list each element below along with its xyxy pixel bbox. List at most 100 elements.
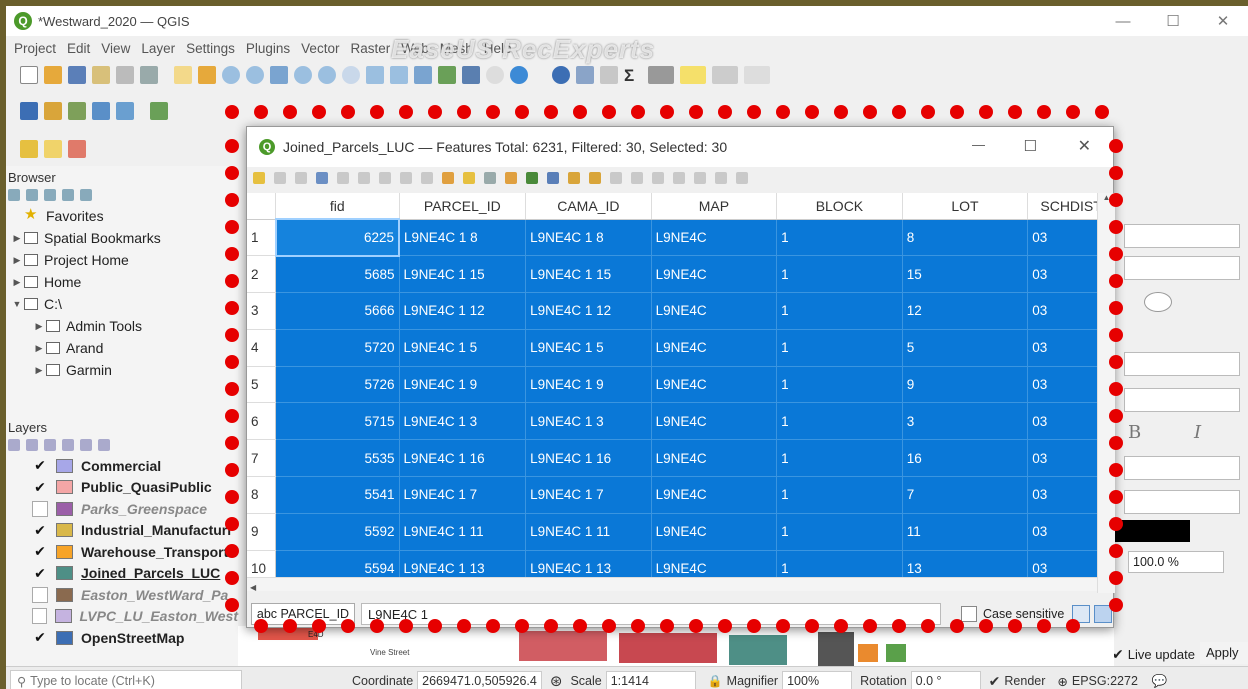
select-features-icon[interactable] <box>20 140 38 158</box>
cell-map[interactable]: L9NE4C <box>651 476 778 514</box>
cell-lot[interactable]: 12 <box>902 292 1029 330</box>
browser-item[interactable]: ▶ Admin Tools <box>6 315 238 337</box>
cell-parcel-id[interactable]: L9NE4C 1 16 <box>399 439 527 478</box>
cell-fid[interactable]: 5666 <box>275 292 400 330</box>
select-all-icon[interactable] <box>463 172 475 184</box>
scroll-left-icon[interactable]: ◀ <box>250 583 256 592</box>
cell-lot[interactable]: 15 <box>902 255 1029 294</box>
cell-lot[interactable]: 3 <box>902 402 1029 441</box>
collapse-all-icon[interactable] <box>62 189 74 201</box>
rotation-field[interactable]: 0.0 ° <box>910 671 981 689</box>
open-styling-icon[interactable] <box>8 439 20 451</box>
cell-cama-id[interactable]: L9NE4C 1 15 <box>525 255 652 294</box>
expand-arrow-icon[interactable]: ▶ <box>10 233 24 244</box>
undo-icon[interactable] <box>858 644 878 662</box>
minimize-button[interactable]: — <box>1098 6 1148 36</box>
refresh-browser-icon[interactable] <box>26 189 38 201</box>
column-header-block[interactable]: BLOCK <box>776 193 903 220</box>
cell-block[interactable]: 1 <box>776 292 903 330</box>
layer-visibility-checkbox[interactable] <box>32 608 48 625</box>
layer-visibility-checkbox[interactable]: ✔ <box>32 522 48 538</box>
case-sensitive-checkbox[interactable] <box>961 606 977 622</box>
row-number[interactable]: 5 <box>247 366 277 404</box>
add-delimited-icon[interactable] <box>116 102 134 120</box>
cell-cama-id[interactable]: L9NE4C 1 11 <box>525 513 652 551</box>
buffer-icon[interactable] <box>1144 292 1172 312</box>
expand-arrow-icon[interactable]: ▶ <box>32 365 46 376</box>
layer-visibility-checkbox[interactable]: ✔ <box>32 457 48 474</box>
menu-plugins[interactable]: Plugins <box>246 41 290 56</box>
row-number[interactable]: 7 <box>247 439 277 478</box>
expand-arrow-icon[interactable]: ▶ <box>10 277 24 288</box>
locator-input[interactable]: ⚲ Type to locate (Ctrl+K) <box>10 670 242 689</box>
coordinate-field[interactable]: 2669471.0,505926.4 <box>417 671 542 689</box>
zoom-native-icon[interactable] <box>342 66 360 84</box>
column-header-parcel-id[interactable]: PARCEL_ID <box>399 193 527 220</box>
zoom-options-icon[interactable] <box>712 66 738 84</box>
cell-map[interactable]: L9NE4C <box>651 329 778 367</box>
cell-cama-id[interactable]: L9NE4C 1 12 <box>525 292 652 330</box>
statistics-icon[interactable] <box>600 66 618 84</box>
cell-block[interactable]: 1 <box>776 513 903 551</box>
toggle-extents-icon[interactable]: ⊛ <box>550 672 563 689</box>
layer-item[interactable]: LVPC_LU_Easton_West <box>6 606 238 628</box>
cell-fid[interactable]: 5592 <box>275 513 400 551</box>
deselect-all-icon[interactable] <box>505 172 517 184</box>
redo-icon[interactable] <box>886 644 906 662</box>
cell-fid[interactable]: 6225 <box>274 218 401 257</box>
layer-visibility-checkbox[interactable]: ✔ <box>32 565 48 581</box>
table-row[interactable]: 6 5715 L9NE4C 1 3 L9NE4C 1 3 L9NE4C 1 3 03 <box>247 402 1115 441</box>
messages-icon[interactable]: 💬 <box>1152 674 1168 689</box>
open-attribute-table-icon[interactable] <box>576 66 594 84</box>
bold-icon[interactable]: B <box>1128 422 1141 443</box>
conditional-formatting-icon[interactable] <box>694 172 706 184</box>
layer-visibility-checkbox[interactable]: ✔ <box>32 479 48 495</box>
table-row[interactable]: 3 5666 L9NE4C 1 12 L9NE4C 1 12 L9NE4C 1 12 03 <box>247 292 1115 330</box>
style-manager-icon[interactable] <box>140 66 158 84</box>
reload-table-icon[interactable] <box>316 172 328 184</box>
new-map-view-icon[interactable] <box>414 66 432 84</box>
zoom-next-icon[interactable] <box>390 66 408 84</box>
scale-field[interactable]: 1:1414 <box>605 671 696 689</box>
cell-cama-id[interactable]: L9NE4C 1 7 <box>525 476 652 514</box>
layer-item[interactable]: ✔ Industrial_Manufacturi <box>6 520 238 542</box>
expand-arrow-icon[interactable]: ▼ <box>10 299 24 309</box>
browser-item[interactable]: ▶ Home <box>6 271 238 293</box>
font-dropdown[interactable] <box>1124 256 1240 280</box>
refresh-icon[interactable] <box>510 66 528 84</box>
cell-cama-id[interactable]: L9NE4C 1 3 <box>525 402 652 441</box>
sum-icon[interactable]: Σ <box>624 66 642 85</box>
horizontal-scrollbar[interactable]: ◀ <box>247 577 1097 592</box>
new-layer-icon[interactable] <box>44 102 62 120</box>
row-number[interactable]: 1 <box>247 219 277 257</box>
copy-icon[interactable] <box>400 172 412 184</box>
zoom-selection-icon[interactable] <box>294 66 312 84</box>
add-group-icon[interactable] <box>26 439 38 451</box>
italic-icon[interactable]: I <box>1194 422 1201 443</box>
save-project-icon[interactable] <box>68 66 86 84</box>
filter-legend-icon[interactable] <box>62 439 74 451</box>
cell-map[interactable]: L9NE4C <box>651 255 778 294</box>
cell-map[interactable]: L9NE4C <box>651 366 778 404</box>
styling-dropdown[interactable] <box>1124 224 1240 248</box>
table-view-icon[interactable] <box>1094 605 1113 623</box>
filter-browser-icon[interactable] <box>44 189 56 201</box>
expand-arrow-icon[interactable]: ▶ <box>32 343 46 354</box>
corner-header[interactable] <box>247 193 277 220</box>
case-dropdown[interactable] <box>1124 490 1240 514</box>
cell-block[interactable]: 1 <box>776 329 903 367</box>
layer-item[interactable]: ✔ Warehouse_Transporta <box>6 541 238 563</box>
table-row[interactable]: 1 6225 L9NE4C 1 8 L9NE4C 1 8 L9NE4C 1 8 03 <box>247 218 1115 257</box>
temporal-icon[interactable] <box>486 66 504 84</box>
menu-settings[interactable]: Settings <box>186 41 235 56</box>
browser-item[interactable]: ▶ Arand <box>6 337 238 359</box>
zoom-to-selected-icon[interactable] <box>589 172 601 184</box>
cell-map[interactable]: L9NE4C <box>651 513 778 551</box>
crs-globe-icon[interactable]: ⊕ <box>1057 674 1067 689</box>
table-row[interactable]: 2 5685 L9NE4C 1 15 L9NE4C 1 15 L9NE4C 1 15 03 <box>247 255 1115 294</box>
row-number[interactable]: 9 <box>247 513 277 551</box>
layer-item[interactable]: Parks_Greenspace <box>6 498 238 520</box>
menu-edit[interactable]: Edit <box>67 41 90 56</box>
toggle-editing-icon[interactable] <box>253 172 265 184</box>
measure-icon[interactable] <box>648 66 674 84</box>
